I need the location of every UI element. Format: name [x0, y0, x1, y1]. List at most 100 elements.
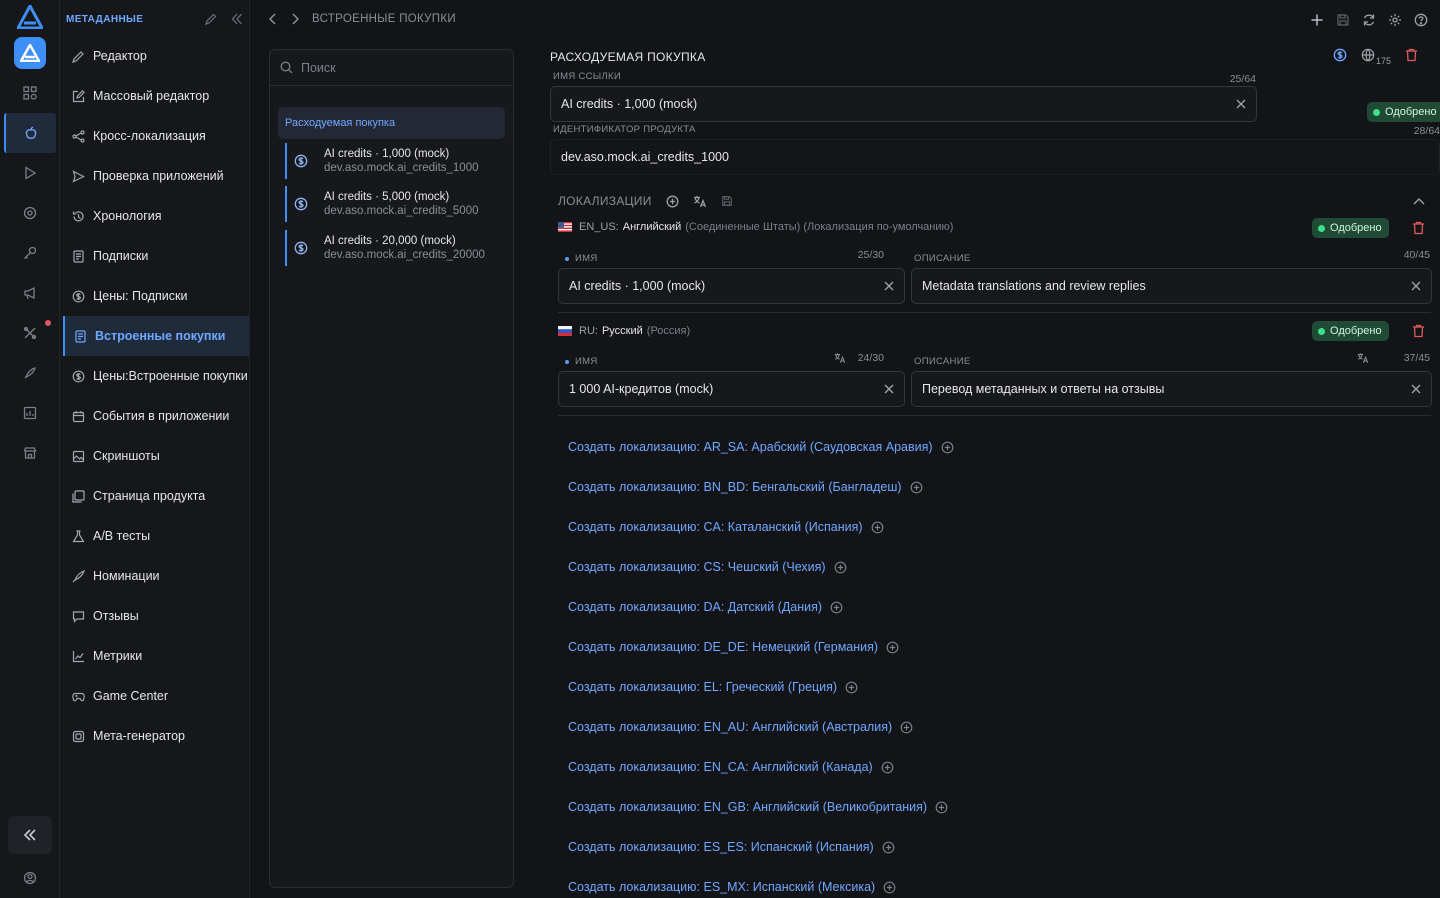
product-item[interactable]: AI credits · 20,000 (mock) dev.aso.mock.…: [285, 230, 505, 266]
save-icon[interactable]: [721, 195, 733, 207]
sidebar-item-nominations[interactable]: Номинации: [63, 556, 249, 596]
sidebar-item-product-page[interactable]: Страница продукта: [63, 476, 249, 516]
clear-icon[interactable]: [1410, 383, 1422, 395]
dollar-circle-icon[interactable]: [1333, 48, 1347, 62]
clear-icon[interactable]: [1235, 98, 1247, 110]
add-circle-icon[interactable]: [666, 195, 679, 208]
product-id-label: ИДЕНТИФИКАТОР ПРОДУКТА: [553, 124, 696, 135]
ref-name-label: ИМЯ ССЫЛКИ: [553, 71, 621, 82]
help-icon[interactable]: [1414, 13, 1428, 27]
add-circle-icon: [886, 641, 899, 653]
sidebar-item-metrics[interactable]: Метрики: [63, 636, 249, 676]
create-localization-link[interactable]: Создать локализацию: EN_GB: Английский (…: [568, 800, 948, 814]
delete-icon[interactable]: [1405, 48, 1418, 62]
product-item[interactable]: AI credits · 5,000 (mock) dev.aso.mock.a…: [285, 186, 505, 222]
sidebar-item-game-center[interactable]: Game Center: [63, 676, 249, 716]
create-localization-link[interactable]: Создать локализацию: DE_DE: Немецкий (Ге…: [568, 640, 899, 654]
translate-icon[interactable]: [1357, 352, 1369, 364]
detail-actions: 175: [1333, 48, 1418, 66]
create-localization-link[interactable]: Создать локализацию: ES_MX: Испанский (М…: [568, 880, 896, 894]
sidebar-header: МЕТАДАННЫЕ: [66, 11, 243, 27]
create-localization-link[interactable]: Создать локализацию: DA: Датский (Дания): [568, 600, 843, 614]
description-field[interactable]: Metadata translations and review replies: [911, 268, 1432, 304]
product-id: dev.aso.mock.ai_credits_5000: [324, 205, 479, 217]
sidebar-item-cross-localization[interactable]: Кросс-локализация: [63, 116, 249, 156]
sidebar-item-in-app-purchases[interactable]: Встроенные покупки: [63, 316, 249, 356]
sidebar-item-iap-prices[interactable]: Цены:Встроенные покупки: [63, 356, 249, 396]
plus-icon[interactable]: [1310, 13, 1324, 27]
icon-rail: [0, 0, 60, 898]
refresh-icon[interactable]: [1362, 13, 1376, 27]
target-icon[interactable]: [20, 203, 40, 223]
sidebar-item-subscription-prices[interactable]: Цены: Подписки: [63, 276, 249, 316]
save-icon[interactable]: [1336, 13, 1350, 27]
delete-icon[interactable]: [1412, 221, 1425, 235]
ref-name-field[interactable]: AI credits · 1,000 (mock): [550, 86, 1257, 122]
clear-icon[interactable]: [883, 383, 895, 395]
create-localization-link[interactable]: Создать локализацию: BN_BD: Бенгальский …: [568, 480, 923, 494]
user-icon[interactable]: [20, 868, 40, 888]
collapse-sidebar-icon[interactable]: [231, 13, 243, 25]
sidebar-item-reviews[interactable]: Отзывы: [63, 596, 249, 636]
flask-icon: [71, 529, 85, 543]
sidebar-item-ab-tests[interactable]: A/B тесты: [63, 516, 249, 556]
sidebar-item-history[interactable]: Хронология: [63, 196, 249, 236]
create-localization-link[interactable]: Создать локализацию: EL: Греческий (Грец…: [568, 680, 858, 694]
create-localization-link[interactable]: Создать локализацию: EN_AU: Английский (…: [568, 720, 913, 734]
sidebar-item-app-review[interactable]: Проверка приложений: [63, 156, 249, 196]
add-circle-icon: [883, 881, 896, 893]
rocket-icon[interactable]: [20, 363, 40, 383]
delete-icon[interactable]: [1412, 324, 1425, 338]
product-list: Расходуемая покупка AI credits · 1,000 (…: [269, 49, 514, 888]
description-field[interactable]: Перевод метаданных и ответы на отзывы: [911, 371, 1432, 407]
sidebar-item-in-app-events[interactable]: События в приложении: [63, 396, 249, 436]
dollar-circle-icon: [294, 197, 308, 211]
sidebar-item-meta-generator[interactable]: Мета-генератор: [63, 716, 249, 756]
description-label: ОПИСАНИЕ: [914, 356, 971, 367]
chevron-up-icon[interactable]: [1413, 197, 1425, 205]
name-field[interactable]: 1 000 AI-кредитов (mock): [558, 371, 905, 407]
search-input[interactable]: [301, 60, 491, 75]
sidebar-item-subscriptions[interactable]: Подписки: [63, 236, 249, 276]
globe-button[interactable]: 175: [1361, 48, 1391, 66]
collapse-rail-button[interactable]: [8, 816, 52, 854]
store-icon[interactable]: [20, 443, 40, 463]
back-icon[interactable]: [268, 13, 278, 25]
status-badge: Одобрено: [1312, 321, 1389, 341]
edit-square-icon: [71, 89, 85, 103]
forward-icon[interactable]: [290, 13, 300, 25]
name-label: ИМЯ: [565, 253, 598, 264]
clear-icon[interactable]: [1410, 280, 1422, 292]
breadcrumb: ВСТРОЕННЫЕ ПОКУПКИ: [268, 13, 456, 25]
apps-icon[interactable]: [20, 83, 40, 103]
share-icon: [71, 129, 85, 143]
name-counter: 25/30: [857, 249, 884, 261]
sidebar-item-editor[interactable]: Редактор: [63, 36, 249, 76]
key-icon[interactable]: [20, 243, 40, 263]
dollar-circle-icon: [71, 369, 85, 383]
tools-icon[interactable]: [20, 323, 40, 343]
app-icon[interactable]: [14, 37, 46, 69]
create-localization-link[interactable]: Создать локализацию: EN_CA: Английский (…: [568, 760, 894, 774]
create-localization-link[interactable]: Создать локализацию: AR_SA: Арабский (Са…: [568, 440, 954, 454]
megaphone-icon[interactable]: [20, 283, 40, 303]
sidebar-item-screenshots[interactable]: Скриншоты: [63, 436, 249, 476]
create-localization-link[interactable]: Создать локализацию: ES_ES: Испанский (И…: [568, 840, 895, 854]
group-consumable[interactable]: Расходуемая покупка: [278, 107, 505, 139]
settings-icon[interactable]: [1388, 13, 1402, 27]
translate-icon[interactable]: [834, 352, 846, 364]
add-circle-icon: [871, 521, 883, 533]
analytics-icon[interactable]: [20, 403, 40, 423]
chart-icon: [71, 649, 85, 663]
clear-icon[interactable]: [883, 280, 895, 292]
create-localization-link[interactable]: Создать локализацию: CA: Каталанский (Ис…: [568, 520, 884, 534]
translate-icon[interactable]: [693, 195, 707, 208]
play-icon[interactable]: [20, 163, 40, 183]
sidebar-menu: Редактор Массовый редактор Кросс-локализ…: [63, 36, 249, 756]
name-field[interactable]: AI credits · 1,000 (mock): [558, 268, 905, 304]
edit-icon[interactable]: [205, 13, 217, 25]
sidebar-item-bulk-editor[interactable]: Массовый редактор: [63, 76, 249, 116]
apple-icon[interactable]: [4, 113, 56, 153]
product-item[interactable]: AI credits · 1,000 (mock) dev.aso.mock.a…: [285, 143, 505, 179]
create-localization-link[interactable]: Создать локализацию: CS: Чешский (Чехия): [568, 560, 847, 574]
